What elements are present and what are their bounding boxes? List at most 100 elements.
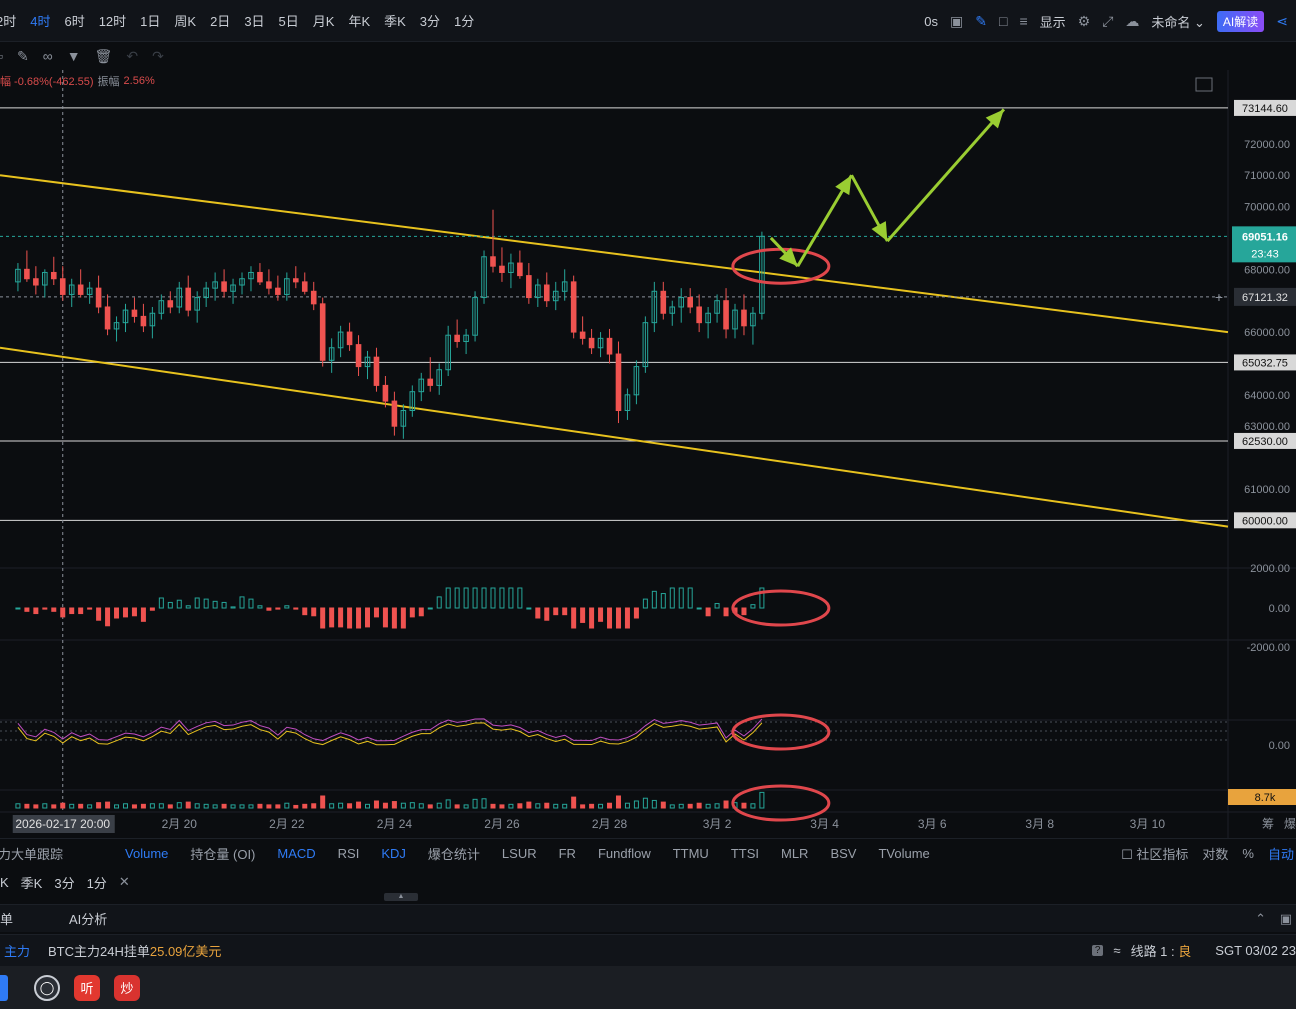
- price-tick-7: 61000.00: [1244, 484, 1290, 496]
- collapse-up-icon[interactable]: ⌃: [1255, 911, 1266, 927]
- macd-bar-51: [472, 587, 478, 609]
- timeframe-8[interactable]: 5日: [279, 11, 299, 30]
- vol-bar-38: [356, 801, 362, 809]
- indicator-tab-4[interactable]: RSI: [338, 846, 360, 861]
- undo-icon[interactable]: ↶: [126, 48, 138, 65]
- percent-scale-button[interactable]: %: [1242, 846, 1254, 861]
- timeframe-5[interactable]: 周K: [174, 11, 196, 30]
- indicator-tab-7[interactable]: LSUR: [502, 846, 537, 861]
- panel-tab-ai[interactable]: AI分析: [69, 909, 107, 928]
- macd-bar-45: [418, 607, 424, 617]
- vol-bar-81: [741, 802, 747, 809]
- indicator-tab-1[interactable]: Volume: [125, 846, 168, 861]
- vol-bar-63: [580, 804, 586, 809]
- timeframe-2[interactable]: 6时: [64, 11, 84, 30]
- auto-scale-button[interactable]: 自动: [1268, 844, 1294, 863]
- vol-bar-78: [714, 803, 720, 809]
- indicator-tab-14[interactable]: TVolume: [878, 846, 929, 861]
- help-icon[interactable]: ?: [1091, 945, 1104, 956]
- vol-bar-32: [302, 803, 308, 809]
- panel-tab-orders[interactable]: 单: [0, 909, 13, 928]
- layout-name-button[interactable]: 未命名 ⌄: [1151, 12, 1205, 31]
- pen-icon[interactable]: ✎: [975, 13, 987, 30]
- indicator-tab-6[interactable]: 爆仓统计: [428, 844, 480, 863]
- indicator-tab-2[interactable]: 持仓量 (OI): [190, 844, 255, 863]
- vol-bar-52: [481, 798, 487, 809]
- indicator-tab-11[interactable]: TTSI: [731, 846, 759, 861]
- indicator-tab-8[interactable]: FR: [559, 846, 576, 861]
- level-label-1: 65032.75: [1242, 357, 1288, 369]
- cloud-icon[interactable]: ☁: [1125, 13, 1139, 30]
- indicator-tab-13[interactable]: BSV: [830, 846, 856, 861]
- magnet-icon[interactable]: ∞: [43, 48, 53, 64]
- macd-bar-61: [562, 607, 568, 616]
- fullscreen-icon[interactable]: ⤢: [1102, 13, 1113, 30]
- macd-bar-23: [221, 601, 227, 609]
- line-label: 线路 1 : 良: [1131, 941, 1192, 960]
- display-button[interactable]: 显示: [1040, 12, 1066, 31]
- timeframe-6[interactable]: 2日: [210, 11, 230, 30]
- quick-tf-0[interactable]: K: [0, 875, 9, 890]
- indicator-tab-12[interactable]: MLR: [781, 846, 808, 861]
- vol-bar-7: [78, 803, 84, 809]
- level-label-3: 60000.00: [1242, 515, 1288, 527]
- indicator-right-controls: ☐ 社区指标 对数 % 自动: [1121, 844, 1296, 863]
- window-icon[interactable]: □: [999, 13, 1007, 29]
- timeframe-11[interactable]: 季K: [384, 11, 406, 30]
- quick-tf-3[interactable]: 1分: [87, 873, 107, 892]
- top-right-controls: 0s ▣ ✎ □ ≡ 显示 ⚙ ⤢ ☁ 未命名 ⌄ AI解读 ⋖: [924, 0, 1296, 42]
- quick-tf-1[interactable]: 季K: [21, 873, 43, 892]
- object-tree-icon[interactable]: ▫: [0, 48, 3, 64]
- vol-bar-58: [535, 803, 541, 809]
- ting-icon[interactable]: 听: [74, 974, 100, 1001]
- timeframe-7[interactable]: 3日: [244, 11, 264, 30]
- macd-bar-21: [203, 598, 209, 609]
- chaopan-icon[interactable]: 炒: [114, 974, 140, 1001]
- timeframe-0[interactable]: 2时: [0, 11, 16, 30]
- timeframe-9[interactable]: 月K: [313, 11, 335, 30]
- vol-bar-59: [544, 802, 550, 809]
- indicator-tab-0[interactable]: 力大单跟踪: [0, 844, 63, 863]
- indicator-tab-10[interactable]: TTMU: [673, 846, 709, 861]
- timeframe-3[interactable]: 12时: [99, 11, 126, 30]
- kdj-tick-0: 0.00: [1269, 740, 1290, 752]
- vol-bar-53: [490, 803, 496, 809]
- share-icon[interactable]: ⋖: [1276, 13, 1288, 30]
- ai-interpret-button[interactable]: AI解读: [1216, 10, 1265, 32]
- main-force-tag: 主力: [4, 944, 31, 959]
- candle-body-59: [543, 284, 550, 302]
- filter-icon[interactable]: ▼: [67, 48, 81, 64]
- macd-bar-4: [51, 607, 57, 612]
- vol-bar-62: [571, 796, 577, 809]
- orderbook-label: BTC主力24H挂单: [48, 944, 150, 959]
- app-edge-icon[interactable]: [0, 974, 8, 1001]
- panel-collapse-handle[interactable]: ▲: [384, 893, 418, 901]
- trash-icon[interactable]: 🗑: [95, 48, 113, 65]
- timeframe-1[interactable]: 4时: [30, 11, 50, 30]
- notes-icon[interactable]: ✎: [17, 48, 29, 65]
- community-indicators-button[interactable]: ☐ 社区指标: [1121, 844, 1188, 863]
- redo-icon[interactable]: ↷: [152, 48, 164, 65]
- chart-canvas[interactable]: 72000.00 71000.00 70000.00 68000.00 66000.00…: [0, 70, 1296, 838]
- quick-tf-2[interactable]: 3分: [54, 873, 74, 892]
- crosshair-label: 67121.32: [1242, 292, 1288, 304]
- log-scale-button[interactable]: 对数: [1202, 844, 1228, 863]
- indicator-tabs: 力大单跟踪 Volume 持仓量 (OI) MACD RSI KDJ 爆仓统计 LSUR FR F…: [0, 838, 1296, 868]
- indicator-tab-3[interactable]: MACD: [277, 846, 315, 861]
- timeframe-13[interactable]: 1分: [454, 11, 474, 30]
- timeframe-4[interactable]: 1日: [140, 11, 160, 30]
- vol-bar-45: [418, 803, 424, 809]
- timeframe-12[interactable]: 3分: [420, 11, 440, 30]
- list-icon[interactable]: ≡: [1019, 13, 1027, 29]
- timeframe-10[interactable]: 年K: [348, 11, 370, 30]
- indicator-tab-5[interactable]: KDJ: [381, 846, 406, 861]
- vol-bar-22: [212, 804, 218, 809]
- popout-icon[interactable]: ▣: [1280, 911, 1292, 927]
- obs-icon[interactable]: ◯: [34, 974, 60, 1001]
- close-icon[interactable]: ✕: [119, 874, 130, 890]
- settings-icon[interactable]: ⚙: [1078, 13, 1091, 30]
- indicator-tab-9[interactable]: Fundflow: [598, 846, 651, 861]
- vol-bar-77: [705, 803, 711, 809]
- camera-icon[interactable]: ▣: [950, 13, 963, 30]
- candle-body-37: [346, 331, 353, 346]
